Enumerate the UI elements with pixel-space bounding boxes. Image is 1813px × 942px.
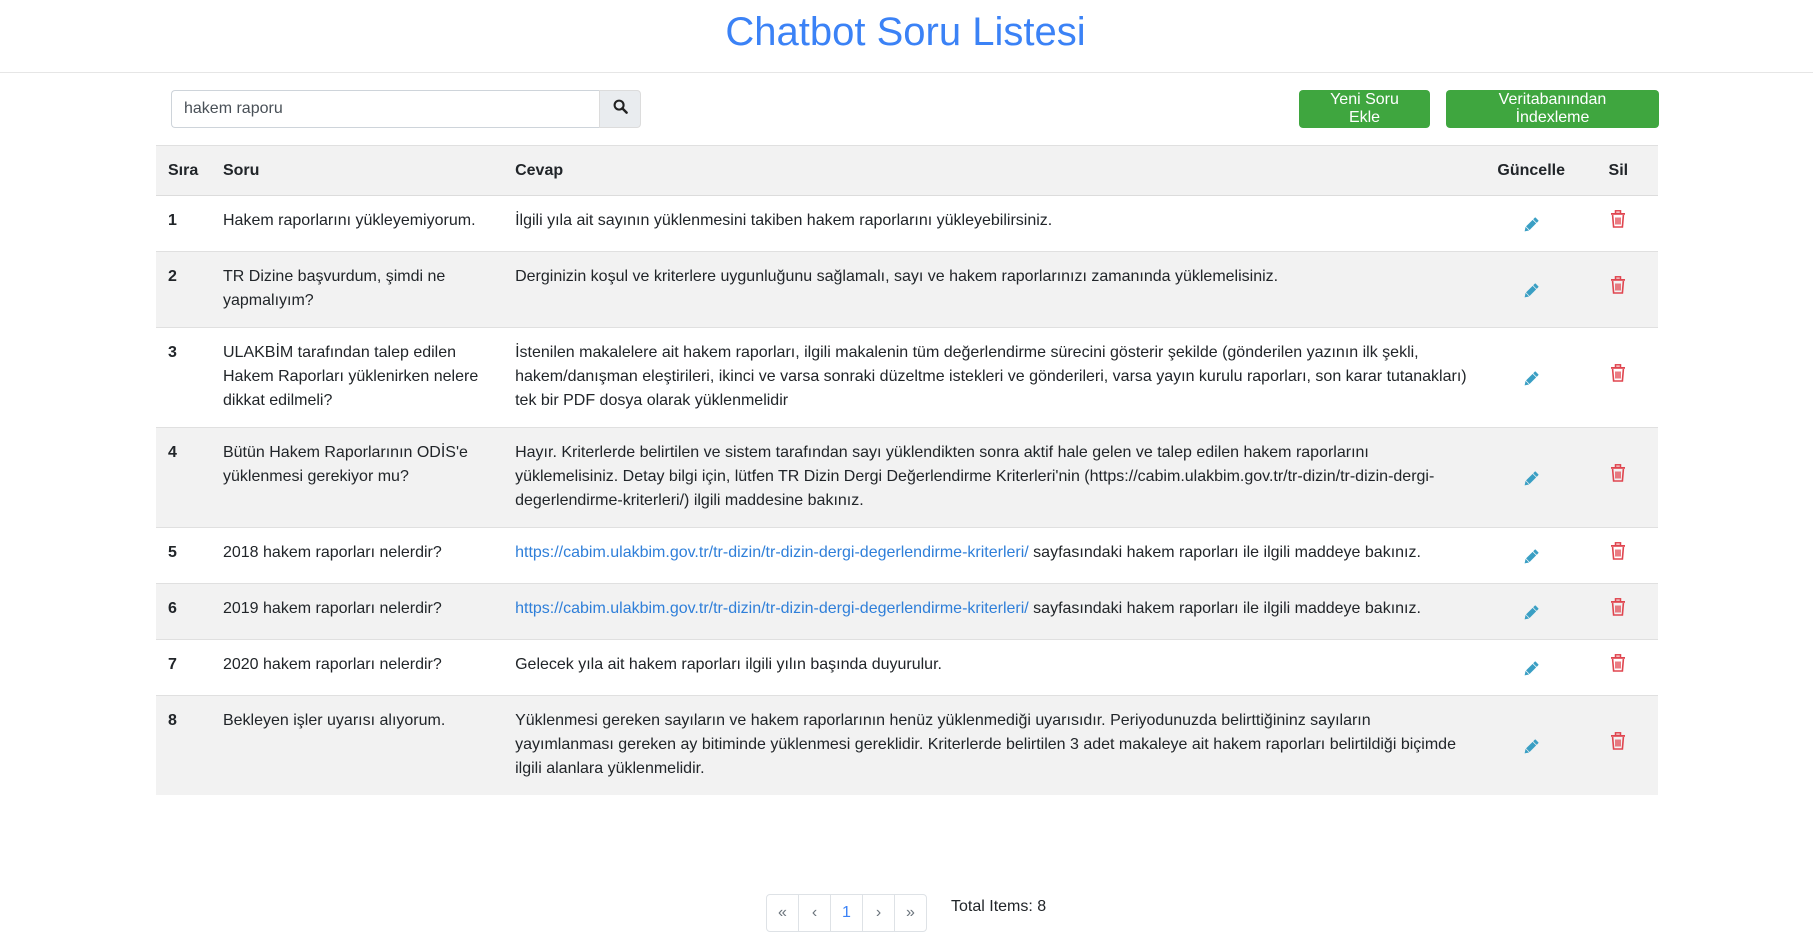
answer-text: İlgili yıla ait sayının yüklenmesini tak… bbox=[515, 212, 1053, 229]
update-cell bbox=[1483, 527, 1579, 584]
row-index: 2 bbox=[156, 251, 211, 328]
delete-cell bbox=[1578, 639, 1658, 696]
trash-icon[interactable] bbox=[1610, 276, 1626, 302]
search-button[interactable] bbox=[599, 90, 641, 128]
header-guncelle: Güncelle bbox=[1483, 145, 1579, 196]
answer-cell: İstenilen makalelere ait hakem raporları… bbox=[503, 327, 1484, 428]
pagination: « ‹ 1 › » bbox=[766, 894, 927, 932]
answer-text: Yüklenmesi gereken sayıların ve hakem ra… bbox=[515, 712, 1456, 777]
answer-text: Hayır. Kriterlerde belirtilen ve sistem … bbox=[515, 444, 1435, 509]
answer-text: Derginizin koşul ve kriterlere uygunluğu… bbox=[515, 268, 1279, 285]
table-row: 6 2019 hakem raporları nelerdir? https://c… bbox=[156, 583, 1658, 640]
delete-cell bbox=[1578, 695, 1658, 795]
table-row: 1 Hakem raporlarını yükleyemiyorum. İlgili… bbox=[156, 195, 1658, 252]
question-cell: 2019 hakem raporları nelerdir? bbox=[210, 583, 504, 640]
pencil-icon[interactable] bbox=[1521, 659, 1541, 687]
trash-icon[interactable] bbox=[1610, 364, 1626, 390]
table-row: 4 Bütün Hakem Raporlarının ODİS'e yüklenm… bbox=[156, 427, 1658, 528]
update-cell bbox=[1483, 639, 1579, 696]
question-cell: Bütün Hakem Raporlarının ODİS'e yüklenme… bbox=[210, 427, 504, 528]
update-cell bbox=[1483, 195, 1579, 252]
pencil-icon[interactable] bbox=[1521, 469, 1541, 497]
first-page-button[interactable]: « bbox=[767, 895, 799, 931]
row-index: 5 bbox=[156, 527, 211, 584]
answer-text: sayfasındaki hakem raporları ile ilgili … bbox=[1028, 544, 1421, 561]
search-group bbox=[171, 90, 641, 128]
delete-cell bbox=[1578, 427, 1658, 528]
table-row: 8 Bekleyen işler uyarısı alıyorum. Yüklenm… bbox=[156, 695, 1658, 795]
answer-cell: https://cabim.ulakbim.gov.tr/tr-dizin/tr… bbox=[503, 527, 1484, 584]
pencil-icon[interactable] bbox=[1521, 603, 1541, 631]
update-cell bbox=[1483, 695, 1579, 795]
answer-text: sayfasındaki hakem raporları ile ilgili … bbox=[1028, 600, 1421, 617]
update-cell bbox=[1483, 251, 1579, 328]
pencil-icon[interactable] bbox=[1521, 547, 1541, 575]
header-cevap: Cevap bbox=[503, 145, 1484, 196]
answer-cell: Gelecek yıla ait hakem raporları ilgili … bbox=[503, 639, 1484, 696]
answer-text: Gelecek yıla ait hakem raporları ilgili … bbox=[515, 656, 942, 673]
table-header-row: Sıra Soru Cevap Güncelle Sil bbox=[156, 145, 1658, 196]
next-page-button[interactable]: › bbox=[863, 895, 895, 931]
trash-icon[interactable] bbox=[1610, 598, 1626, 624]
table-row: 7 2020 hakem raporları nelerdir? Gelecek y… bbox=[156, 639, 1658, 696]
last-page-button[interactable]: » bbox=[895, 895, 926, 931]
add-question-button[interactable]: Yeni Soru Ekle bbox=[1299, 90, 1430, 128]
trash-icon[interactable] bbox=[1610, 210, 1626, 236]
delete-cell bbox=[1578, 583, 1658, 640]
trash-icon[interactable] bbox=[1610, 732, 1626, 758]
row-index: 4 bbox=[156, 427, 211, 528]
delete-cell bbox=[1578, 195, 1658, 252]
toolbar: Yeni Soru Ekle Veritabanından İndexleme bbox=[171, 90, 1659, 128]
index-from-database-button[interactable]: Veritabanından İndexleme bbox=[1446, 90, 1659, 128]
trash-icon[interactable] bbox=[1610, 654, 1626, 680]
question-cell: TR Dizine başvurdum, şimdi ne yapmalıyım… bbox=[210, 251, 504, 328]
delete-cell bbox=[1578, 327, 1658, 428]
update-cell bbox=[1483, 327, 1579, 428]
search-input[interactable] bbox=[171, 90, 599, 128]
question-cell: 2018 hakem raporları nelerdir? bbox=[210, 527, 504, 584]
header-soru: Soru bbox=[210, 145, 504, 196]
pencil-icon[interactable] bbox=[1521, 369, 1541, 397]
answer-cell: İlgili yıla ait sayının yüklenmesini tak… bbox=[503, 195, 1484, 252]
table-row: 3 ULAKBİM tarafından talep edilen Hakem R… bbox=[156, 327, 1658, 428]
row-index: 7 bbox=[156, 639, 211, 696]
answer-cell: Hayır. Kriterlerde belirtilen ve sistem … bbox=[503, 427, 1484, 528]
search-icon bbox=[613, 99, 628, 119]
answer-text: İstenilen makalelere ait hakem raporları… bbox=[515, 344, 1467, 409]
table-row: 5 2018 hakem raporları nelerdir? https://c… bbox=[156, 527, 1658, 584]
table-row: 2 TR Dizine başvurdum, şimdi ne yapmalıyı… bbox=[156, 251, 1658, 328]
row-index: 6 bbox=[156, 583, 211, 640]
prev-page-button[interactable]: ‹ bbox=[799, 895, 831, 931]
update-cell bbox=[1483, 427, 1579, 528]
question-cell: Bekleyen işler uyarısı alıyorum. bbox=[210, 695, 504, 795]
pagination-area: « ‹ 1 › » Total Items: 8 bbox=[766, 894, 1046, 932]
answer-link[interactable]: https://cabim.ulakbim.gov.tr/tr-dizin/tr… bbox=[515, 544, 1029, 561]
current-page-button[interactable]: 1 bbox=[831, 895, 863, 931]
answer-cell: https://cabim.ulakbim.gov.tr/tr-dizin/tr… bbox=[503, 583, 1484, 640]
question-cell: 2020 hakem raporları nelerdir? bbox=[210, 639, 504, 696]
pencil-icon[interactable] bbox=[1521, 737, 1541, 765]
row-index: 1 bbox=[156, 195, 211, 252]
header-sil: Sil bbox=[1578, 145, 1658, 196]
delete-cell bbox=[1578, 251, 1658, 328]
page-title: Chatbot Soru Listesi bbox=[725, 9, 1086, 54]
answer-link[interactable]: https://cabim.ulakbim.gov.tr/tr-dizin/tr… bbox=[515, 600, 1029, 617]
answer-cell: Derginizin koşul ve kriterlere uygunluğu… bbox=[503, 251, 1484, 328]
update-cell bbox=[1483, 583, 1579, 640]
answer-cell: Yüklenmesi gereken sayıların ve hakem ra… bbox=[503, 695, 1484, 795]
trash-icon[interactable] bbox=[1610, 542, 1626, 568]
question-table: Sıra Soru Cevap Güncelle Sil 1 Hakem rapo… bbox=[156, 145, 1658, 795]
trash-icon[interactable] bbox=[1610, 464, 1626, 490]
total-items: Total Items: 8 bbox=[951, 898, 1047, 915]
delete-cell bbox=[1578, 527, 1658, 584]
header-sira: Sıra bbox=[156, 145, 211, 196]
header: Chatbot Soru Listesi bbox=[0, 0, 1813, 73]
table-body: 1 Hakem raporlarını yükleyemiyorum. İlgili… bbox=[156, 195, 1658, 795]
question-cell: Hakem raporlarını yükleyemiyorum. bbox=[210, 195, 504, 252]
pencil-icon[interactable] bbox=[1521, 215, 1541, 243]
row-index: 8 bbox=[156, 695, 211, 795]
pencil-icon[interactable] bbox=[1521, 281, 1541, 309]
question-cell: ULAKBİM tarafından talep edilen Hakem Ra… bbox=[210, 327, 504, 428]
row-index: 3 bbox=[156, 327, 211, 428]
